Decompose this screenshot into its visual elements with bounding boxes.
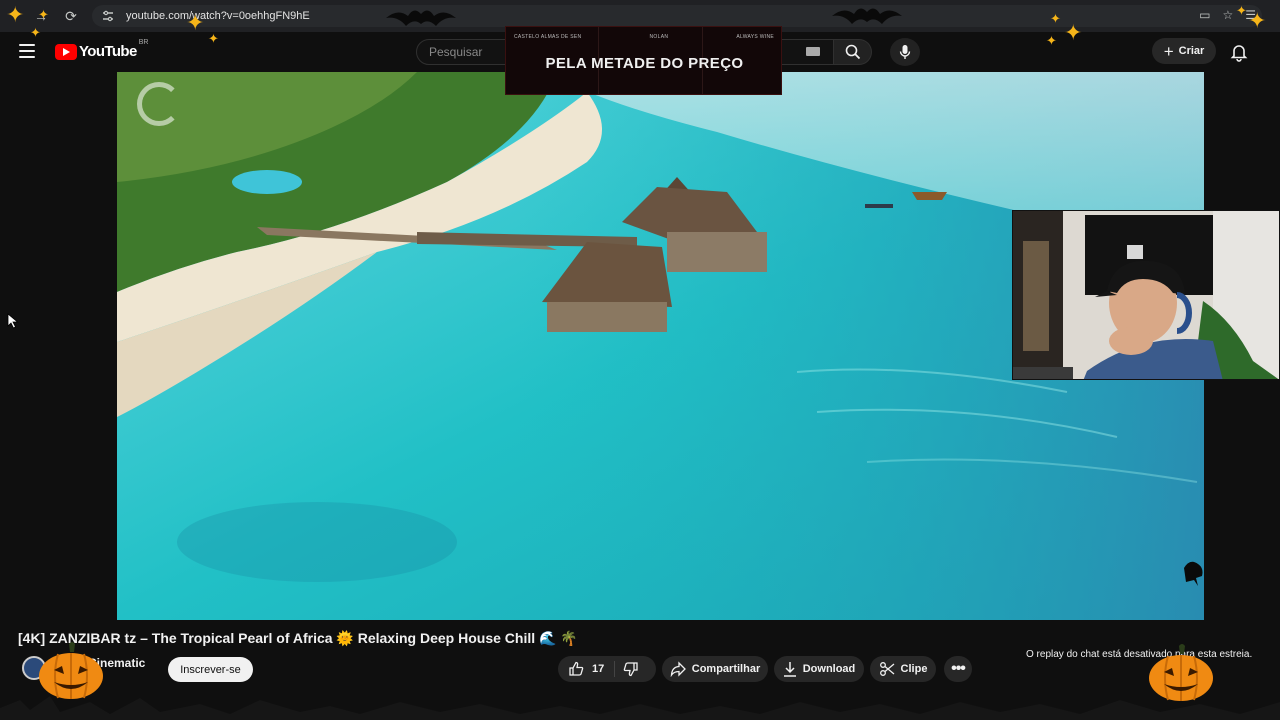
country-code: BR <box>138 39 149 46</box>
bat-icon <box>386 10 456 26</box>
address-bar[interactable]: youtube.com/watch?v=0oehhgFN9hE ▭ ☆ ☰ <box>92 5 1262 27</box>
sparkle-icon: ✦ <box>1236 3 1247 18</box>
webcam-overlay <box>1012 210 1280 380</box>
sparkle-icon: ✦ <box>1046 33 1057 48</box>
reload-icon[interactable]: ⟳ <box>60 5 82 27</box>
chat-replay-message: O replay do chat está desativado para es… <box>1026 649 1253 660</box>
banner-headline: PELA METADE DO PREÇO <box>545 55 744 72</box>
spooky-grass-decoration <box>0 696 1280 720</box>
search-icon <box>845 44 860 60</box>
banner-label: CASTELO ALMAS DE SEN <box>514 34 582 40</box>
subscribe-button[interactable]: Inscrever-se <box>168 657 253 682</box>
youtube-logo[interactable]: YouTube BR <box>55 39 148 60</box>
voice-search-button[interactable] <box>890 38 920 66</box>
share-icon <box>670 661 686 677</box>
download-icon <box>783 662 796 677</box>
download-button[interactable]: Download <box>774 656 864 682</box>
mouse-cursor-icon <box>7 313 19 329</box>
like-dislike-group: 17 <box>558 656 656 682</box>
banner-label: ALWAYS WINE <box>736 34 774 40</box>
clip-button[interactable]: Clipe <box>870 656 936 682</box>
sparkle-icon: ✦ <box>1248 8 1267 33</box>
site-settings-icon[interactable] <box>100 8 116 24</box>
sparkle-icon: ✦ <box>1064 20 1083 45</box>
notifications-bell-icon[interactable] <box>1229 42 1249 62</box>
banner-label: NOLAN <box>649 34 669 40</box>
pumpkin-icon <box>1149 644 1213 701</box>
thumbs-down-icon <box>623 662 638 677</box>
sparkle-icon: ✦ <box>186 10 205 35</box>
microphone-icon <box>899 45 911 59</box>
more-actions-button[interactable]: ••• <box>944 656 972 682</box>
scissors-icon <box>879 662 894 676</box>
sparkle-icon: ✦ <box>6 2 25 27</box>
sparkle-icon: ✦ <box>30 25 41 40</box>
clip-label: Clipe <box>900 663 928 675</box>
like-count: 17 <box>592 663 605 675</box>
sparkle-icon: ✦ <box>208 31 219 46</box>
thumbs-up-icon <box>569 661 584 676</box>
url-text: youtube.com/watch?v=0oehhgFN9hE <box>126 10 310 22</box>
sponsor-banner: CASTELO ALMAS DE SEN NOLAN ALWAYS WINE P… <box>505 26 782 95</box>
create-label: Criar <box>1178 45 1205 57</box>
cast-icon[interactable]: ▭ <box>1199 8 1210 22</box>
download-label: Download <box>802 663 856 675</box>
dislike-button[interactable] <box>615 661 639 677</box>
bookmark-star-icon[interactable]: ☆ <box>1222 8 1233 22</box>
share-label: Compartilhar <box>691 663 761 675</box>
bat-icon <box>832 8 902 24</box>
sparkle-icon: ✦ <box>1050 11 1061 26</box>
plus-icon: + <box>1163 41 1174 61</box>
crow-icon <box>1184 561 1203 586</box>
create-button[interactable]: + Criar <box>1152 38 1216 64</box>
pumpkin-icon <box>39 642 103 699</box>
keyboard-icon[interactable] <box>806 47 820 56</box>
channel-watermark-icon[interactable] <box>137 82 181 126</box>
logo-text: YouTube <box>79 43 137 60</box>
streamer-camera-image <box>1013 211 1279 379</box>
menu-icon[interactable] <box>19 44 35 58</box>
sparkle-icon: ✦ <box>38 7 49 22</box>
like-button[interactable]: 17 <box>558 661 616 677</box>
share-button[interactable]: Compartilhar <box>662 656 768 682</box>
search-button[interactable] <box>834 39 872 65</box>
search-placeholder: Pesquisar <box>429 45 483 59</box>
youtube-play-icon <box>55 43 77 60</box>
